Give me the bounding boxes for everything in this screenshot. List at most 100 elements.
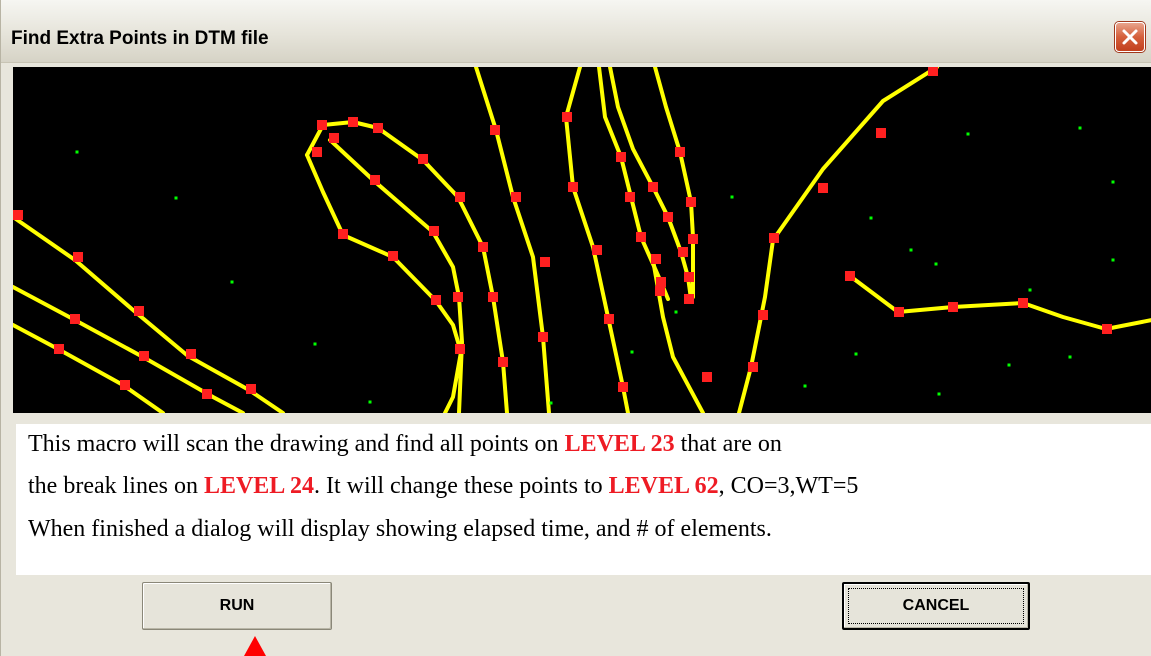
breakline-vertex bbox=[70, 314, 80, 324]
breakline-vertex bbox=[636, 232, 646, 242]
breakline-vertex bbox=[134, 306, 144, 316]
dtm-point bbox=[674, 310, 678, 314]
breakline-vertex bbox=[618, 382, 628, 392]
dtm-point bbox=[803, 384, 807, 388]
breakline-vertex bbox=[688, 234, 698, 244]
title-bar[interactable]: Find Extra Points in DTM file bbox=[1, 0, 1151, 63]
breakline-vertex bbox=[562, 112, 572, 122]
close-button[interactable] bbox=[1115, 22, 1145, 52]
breakline-vertex bbox=[656, 277, 666, 287]
breakline-vertex bbox=[655, 286, 665, 296]
breakline-vertex bbox=[651, 254, 661, 264]
dtm-point bbox=[937, 392, 941, 396]
breakline-vertex bbox=[13, 210, 23, 220]
dtm-point bbox=[368, 400, 372, 404]
description-line-1: This macro will scan the drawing and fin… bbox=[28, 430, 782, 458]
breakline-vertex bbox=[455, 344, 465, 354]
breakline bbox=[848, 274, 1151, 331]
level-23-label: LEVEL 23 bbox=[564, 431, 675, 457]
close-icon bbox=[1122, 29, 1138, 45]
dtm-point bbox=[549, 401, 553, 405]
breakline-vertex bbox=[490, 125, 500, 135]
breakline-vertex bbox=[453, 292, 463, 302]
dtm-point bbox=[909, 248, 913, 252]
dtm-point bbox=[75, 150, 79, 154]
breakline-vertex bbox=[568, 182, 578, 192]
breakline-vertex bbox=[418, 154, 428, 164]
breakline-vertex bbox=[948, 302, 958, 312]
breakline bbox=[474, 67, 551, 413]
breakline-vertex bbox=[388, 251, 398, 261]
breakline-vertex bbox=[818, 183, 828, 193]
breakline-vertex bbox=[348, 117, 358, 127]
dtm-point bbox=[1028, 288, 1032, 292]
description-text: , CO=3,WT=5 bbox=[718, 473, 859, 499]
breakline-vertex bbox=[894, 307, 904, 317]
level-62-label: LEVEL 62 bbox=[608, 473, 719, 499]
description-line-2: the break lines on LEVEL 24. It will cha… bbox=[28, 472, 858, 500]
breakline bbox=[305, 120, 509, 413]
breakline-vertex bbox=[312, 147, 322, 157]
description-text: the break lines on bbox=[28, 473, 204, 499]
description-text: This macro will scan the drawing and fin… bbox=[28, 431, 565, 457]
breakline-vertex bbox=[678, 247, 688, 257]
breakline-vertex bbox=[663, 212, 673, 222]
dtm-drawing bbox=[13, 67, 1151, 413]
breakline-vertex bbox=[488, 292, 498, 302]
breakline-vertex bbox=[702, 372, 712, 382]
dtm-point bbox=[869, 216, 873, 220]
breakline-vertex bbox=[373, 123, 383, 133]
dtm-point bbox=[1078, 126, 1082, 130]
cancel-button[interactable]: CANCEL bbox=[842, 582, 1030, 630]
breakline-vertex bbox=[540, 257, 550, 267]
breakline-vertex bbox=[876, 128, 886, 138]
breakline-vertex bbox=[202, 389, 212, 399]
dtm-point bbox=[966, 132, 970, 136]
dtm-point bbox=[1111, 258, 1115, 262]
breakline-vertex bbox=[338, 229, 348, 239]
breakline-vertex bbox=[429, 226, 439, 236]
breakline-vertex bbox=[604, 314, 614, 324]
breakline-vertex bbox=[592, 245, 602, 255]
breakline-vertex bbox=[1102, 324, 1112, 334]
breakline-vertex bbox=[748, 362, 758, 372]
run-button[interactable]: RUN bbox=[142, 582, 332, 630]
breakline-vertex bbox=[845, 271, 855, 281]
breakline-vertex bbox=[769, 233, 779, 243]
level-24-label: LEVEL 24 bbox=[203, 473, 314, 499]
description-text: . It will change these points to bbox=[314, 473, 609, 499]
dtm-point bbox=[1111, 180, 1115, 184]
breakline-vertex bbox=[511, 192, 521, 202]
mouse-pointer-icon bbox=[244, 636, 266, 656]
breakline-vertex bbox=[675, 147, 685, 157]
breakline bbox=[13, 215, 285, 413]
dtm-point bbox=[1007, 363, 1011, 367]
description-text: that are on bbox=[674, 431, 782, 457]
breakline-vertex bbox=[928, 67, 938, 76]
dtm-point bbox=[230, 280, 234, 284]
breakline-vertex bbox=[186, 349, 196, 359]
dtm-point bbox=[630, 350, 634, 354]
breakline-vertex bbox=[625, 192, 635, 202]
dtm-point bbox=[730, 195, 734, 199]
breakline bbox=[305, 153, 463, 413]
breakline-vertex bbox=[54, 344, 64, 354]
breakline bbox=[564, 67, 630, 413]
focus-rectangle bbox=[848, 588, 1024, 624]
drawing-preview bbox=[13, 67, 1151, 413]
breakline-vertex bbox=[648, 182, 658, 192]
breakline-vertex bbox=[246, 384, 256, 394]
breakline-vertex bbox=[478, 242, 488, 252]
breakline-vertex bbox=[684, 294, 694, 304]
description-panel: This macro will scan the drawing and fin… bbox=[16, 424, 1151, 575]
dialog-title: Find Extra Points in DTM file bbox=[11, 28, 269, 49]
breakline-vertex bbox=[758, 310, 768, 320]
breakline-vertex bbox=[120, 380, 130, 390]
dtm-point bbox=[174, 196, 178, 200]
breakline bbox=[13, 323, 165, 413]
dtm-point bbox=[934, 262, 938, 266]
breakline-vertex bbox=[498, 357, 508, 367]
breakline-vertex bbox=[538, 332, 548, 342]
breakline-vertex bbox=[1018, 298, 1028, 308]
breakline-vertex bbox=[616, 152, 626, 162]
